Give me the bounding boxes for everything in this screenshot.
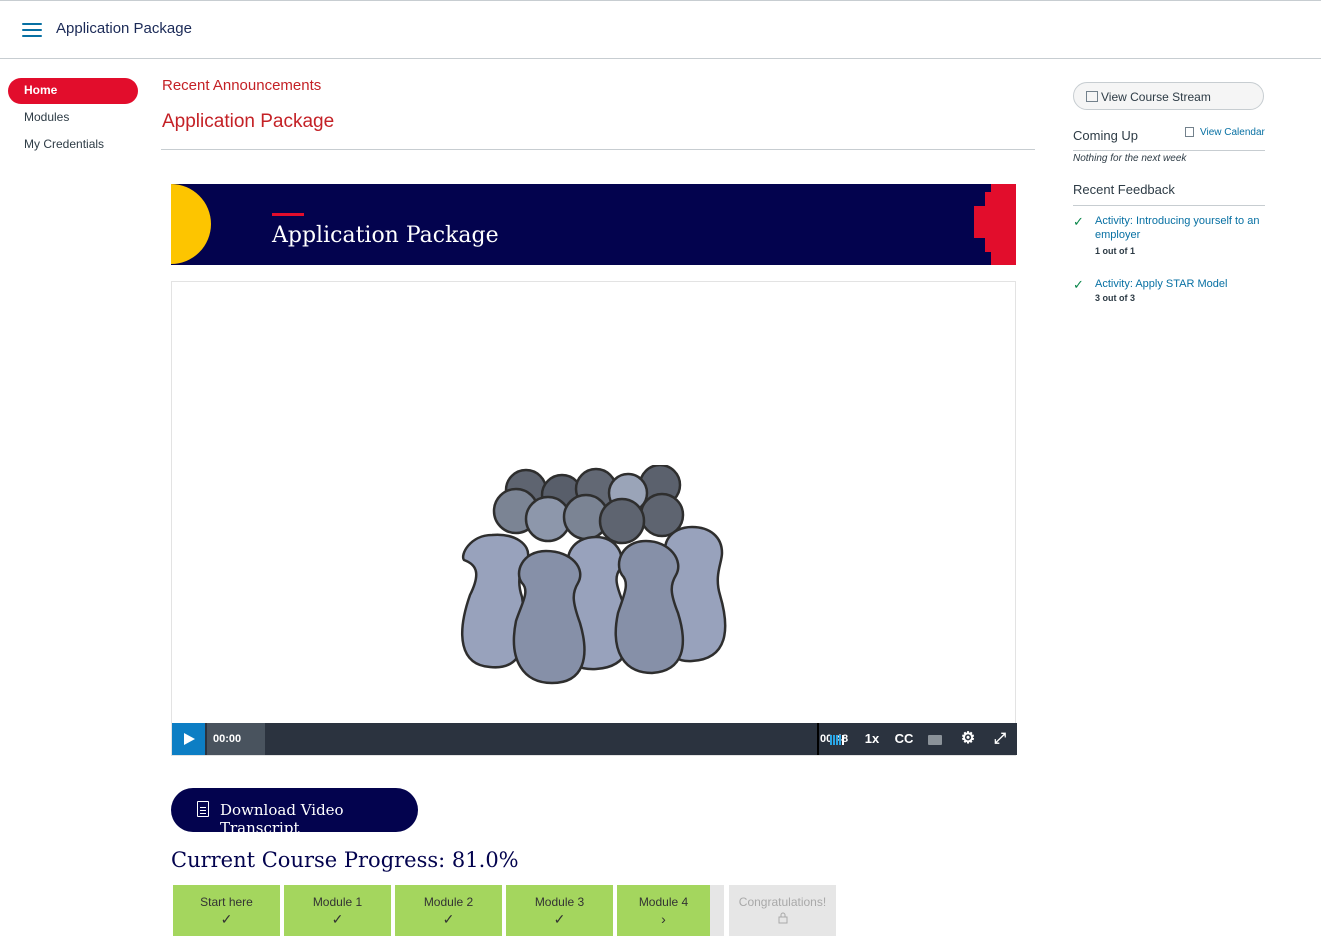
video-progress-bar[interactable]: 00:00 00:48	[207, 723, 848, 755]
banner-accent-bar	[272, 213, 304, 216]
view-course-stream-button[interactable]: View Course Stream	[1073, 82, 1264, 110]
lock-icon	[729, 911, 836, 927]
feedback-link[interactable]: Activity: Apply STAR Model	[1095, 277, 1265, 291]
chart-icon	[1086, 91, 1098, 102]
header-bar: Application Package	[0, 1, 1321, 59]
progress-step-module-2[interactable]: Module 2 ✓	[395, 885, 502, 936]
hamburger-icon[interactable]	[22, 23, 42, 39]
feedback-link[interactable]: Activity: Introducing yourself to an emp…	[1095, 214, 1265, 242]
step-label: Module 2	[423, 895, 474, 909]
check-icon: ✓	[331, 911, 344, 927]
step-label: Module 3	[534, 895, 585, 909]
header-title: Application Package	[56, 20, 192, 37]
expand-icon[interactable]: ⤢	[988, 723, 1012, 755]
chat-icon[interactable]	[924, 723, 946, 755]
step-label: Start here	[200, 895, 253, 909]
playback-speed-button[interactable]: 1x	[860, 723, 884, 755]
step-label: Module 4	[638, 895, 689, 909]
check-icon: ✓	[553, 911, 566, 927]
video-controls: 00:00 00:48 1x CC ⚙ ⤢	[172, 723, 1017, 755]
video-player[interactable]: 00:00 00:48 1x CC ⚙ ⤢	[171, 281, 1017, 756]
check-icon: ✓	[1073, 214, 1084, 229]
calendar-icon	[1185, 127, 1194, 137]
check-icon: ✓	[442, 911, 455, 927]
volume-icon[interactable]	[824, 723, 850, 755]
download-transcript-label: Download Video Transcript	[220, 801, 344, 837]
chevron-right-icon: ›	[661, 911, 666, 927]
check-icon: ✓	[220, 911, 233, 927]
course-progress-title: Current Course Progress: 81.0%	[171, 848, 519, 872]
banner-pixel-shape	[974, 184, 1016, 265]
check-icon: ✓	[1073, 277, 1084, 292]
document-icon	[197, 801, 209, 817]
feedback-score: 3 out of 3	[1095, 293, 1135, 303]
crowd-illustration	[461, 465, 727, 685]
nav-item-my-credentials[interactable]: My Credentials	[8, 131, 138, 158]
progress-step-congratulations: Congratulations!	[729, 885, 836, 936]
view-course-stream-label: View Course Stream	[1101, 90, 1211, 104]
course-banner: Application Package	[171, 184, 1016, 265]
progress-step-remainder	[710, 885, 724, 936]
recent-feedback-heading: Recent Feedback	[1073, 182, 1175, 197]
view-calendar-link[interactable]: View Calendar	[1185, 127, 1265, 138]
progress-step-module-1[interactable]: Module 1 ✓	[284, 885, 391, 936]
coming-up-empty-text: Nothing for the next week	[1073, 153, 1187, 164]
progress-step-start-here[interactable]: Start here ✓	[173, 885, 280, 936]
step-label: Module 1	[312, 895, 363, 909]
nav-item-modules[interactable]: Modules	[8, 104, 138, 131]
step-label: Congratulations!	[738, 895, 827, 909]
play-icon[interactable]	[172, 723, 205, 755]
divider	[1073, 150, 1265, 151]
banner-sun-shape	[171, 184, 211, 264]
progress-step-module-4[interactable]: Module 4 ›	[617, 885, 710, 936]
recent-announcements-link[interactable]: Recent Announcements	[162, 77, 321, 94]
feedback-score: 1 out of 1	[1095, 246, 1135, 256]
view-calendar-label: View Calendar	[1200, 127, 1265, 138]
gear-icon[interactable]: ⚙	[956, 723, 980, 755]
divider	[1073, 205, 1265, 206]
progress-step-module-3[interactable]: Module 3 ✓	[506, 885, 613, 936]
course-nav: Home Modules My Credentials	[8, 78, 138, 158]
current-time: 00:00	[213, 733, 242, 745]
divider	[161, 149, 1035, 150]
nav-item-home[interactable]: Home	[8, 78, 138, 104]
captions-button[interactable]: CC	[891, 723, 917, 755]
banner-title: Application Package	[272, 223, 499, 248]
page-title: Application Package	[162, 111, 335, 132]
coming-up-heading: Coming Up	[1073, 128, 1139, 143]
controls-divider	[817, 723, 819, 755]
download-transcript-button[interactable]: Download Video Transcript	[171, 788, 418, 837]
